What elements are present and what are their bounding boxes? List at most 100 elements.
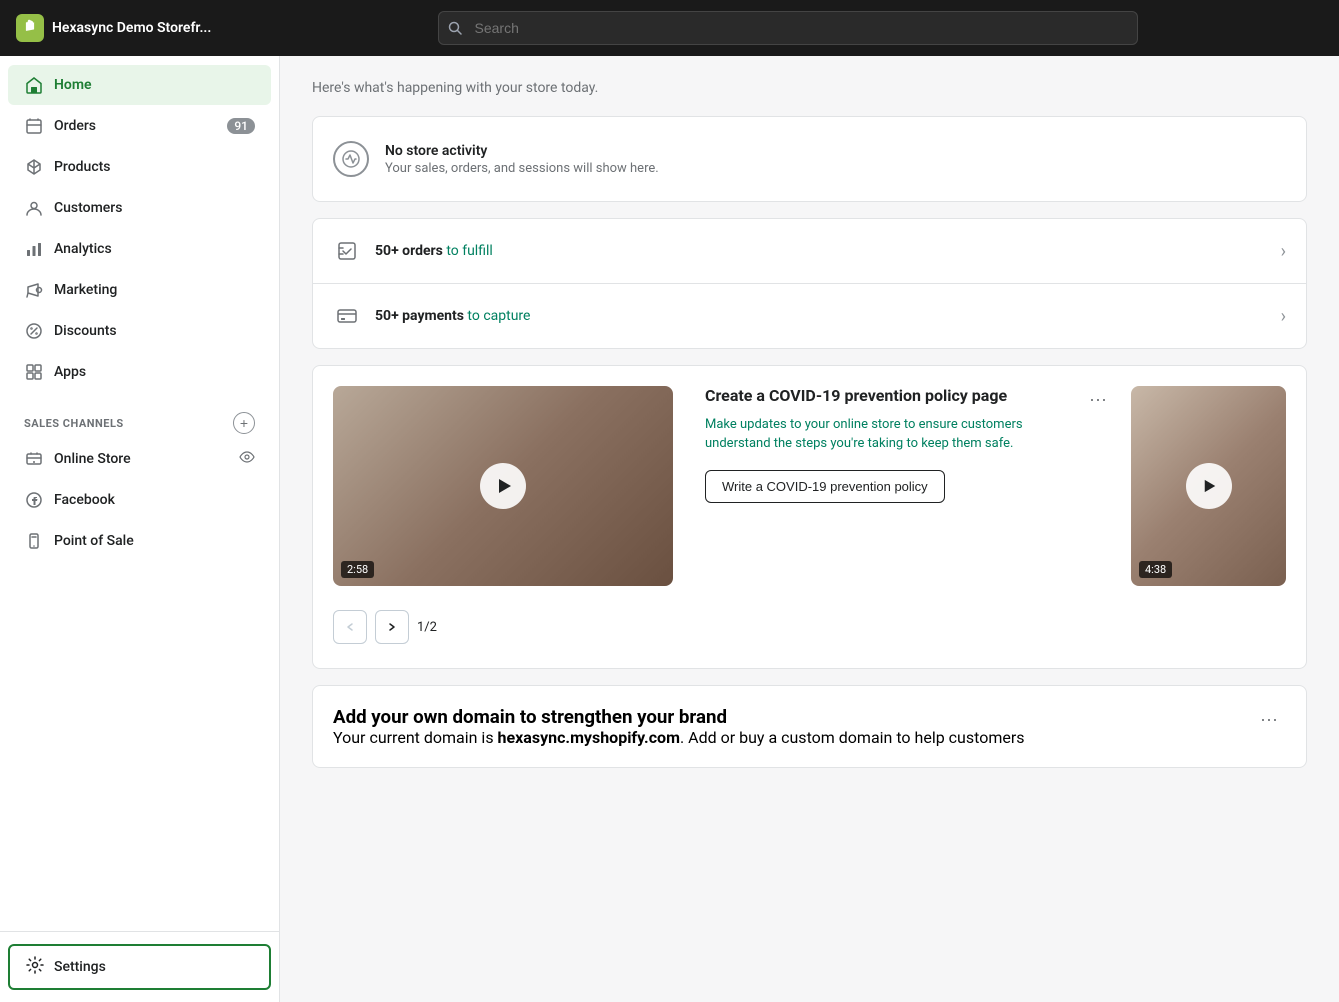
play-button-1[interactable] [480,463,526,509]
video-title: Create a COVID-19 prevention policy page [705,386,1069,407]
main-content: Here's what's happening with your store … [280,56,1339,1002]
video-cta-button[interactable]: Write a COVID-19 prevention policy [705,470,945,503]
orders-icon [24,116,44,136]
sidebar-item-customers[interactable]: Customers [8,188,271,228]
sidebar-label-pos: Point of Sale [54,533,134,549]
pos-icon [24,531,44,551]
sidebar-label-apps: Apps [54,364,86,380]
orders-fulfill-bold: 50+ orders [375,243,443,259]
video-section: 2:58 Create a COVID-19 prevention policy… [313,366,1306,668]
video-info-row: Create a COVID-19 prevention policy page… [705,386,1115,503]
main-layout: Home Orders 91 [0,56,1339,1002]
shopify-logo-icon [16,14,44,42]
video-info: Create a COVID-19 prevention policy page… [689,386,1115,586]
sales-channels-header: SALES CHANNELS + [8,400,271,438]
no-activity-description: Your sales, orders, and sessions will sh… [385,161,659,176]
domain-card-description: Your current domain is hexasync.myshopif… [333,728,1025,747]
sidebar-label-discounts: Discounts [54,323,117,339]
apps-icon [24,362,44,382]
more-options-button[interactable]: ··· [1081,386,1115,412]
second-video-card[interactable]: 4:38 [1131,386,1286,586]
store-logo-area[interactable]: Hexasync Demo Storefr... [16,14,236,42]
chevron-right-icon: › [1281,241,1286,262]
sidebar-label-orders: Orders [54,118,96,134]
arrow-right-icon [387,622,397,632]
payments-icon [333,302,361,330]
settings-icon [26,956,44,978]
settings-item[interactable]: Settings [8,944,271,990]
customers-icon [24,198,44,218]
action-item-payments[interactable]: 50+ payments to capture › [313,284,1306,348]
no-activity-title: No store activity [385,143,659,159]
sidebar-label-products: Products [54,159,111,175]
sidebar-item-orders[interactable]: Orders 91 [8,106,271,146]
analytics-icon [24,239,44,259]
topbar: Hexasync Demo Storefr... [0,0,1339,56]
domain-desc-suffix: . Add or buy a custom domain to help cus… [680,728,1025,747]
sidebar-item-marketing[interactable]: Marketing [8,270,271,310]
fulfill-icon [333,237,361,265]
domain-card: Add your own domain to strengthen your b… [312,685,1307,768]
domain-card-content: Add your own domain to strengthen your b… [313,686,1306,767]
video-duration-2: 4:38 [1139,561,1172,578]
facebook-icon [24,490,44,510]
search-input[interactable] [438,11,1138,45]
orders-fulfill-link: to fulfill [443,243,493,259]
page-indicator: 1/2 [417,620,437,635]
store-name: Hexasync Demo Storefr... [52,20,211,36]
sidebar-item-point-of-sale[interactable]: Point of Sale [8,521,271,561]
action-item-payments-text: 50+ payments to capture [375,308,1267,324]
sidebar-item-facebook[interactable]: Facebook [8,480,271,520]
no-activity-text: No store activity Your sales, orders, an… [385,143,659,176]
action-item-orders[interactable]: 50+ orders to fulfill › [313,219,1306,284]
home-icon [24,75,44,95]
no-activity-content: No store activity Your sales, orders, an… [313,117,1306,201]
discounts-icon [24,321,44,341]
main-video-card[interactable]: 2:58 [333,386,673,586]
video-duration-1: 2:58 [341,561,374,578]
sidebar-label-marketing: Marketing [54,282,117,298]
sidebar: Home Orders 91 [0,56,280,1002]
sidebar-item-apps[interactable]: Apps [8,352,271,392]
sidebar-label-online-store: Online Store [54,451,131,467]
add-sales-channel-button[interactable]: + [233,412,255,434]
products-icon [24,157,44,177]
next-page-button[interactable] [375,610,409,644]
no-activity-card: No store activity Your sales, orders, an… [312,116,1307,202]
action-item-orders-text: 50+ orders to fulfill [375,243,1267,259]
arrow-left-icon [345,622,355,632]
sidebar-item-online-store[interactable]: Online Store [8,439,271,479]
chevron-right-icon-2: › [1281,306,1286,327]
video-meta: Create a COVID-19 prevention policy page… [705,386,1069,503]
activity-pulse-icon [333,141,369,177]
sidebar-nav: Home Orders 91 [0,56,279,931]
sidebar-item-analytics[interactable]: Analytics [8,229,271,269]
search-area [438,11,1138,45]
sidebar-label-facebook: Facebook [54,492,115,508]
prev-page-button[interactable] [333,610,367,644]
page-subtitle: Here's what's happening with your store … [312,80,1307,96]
video-row: 2:58 Create a COVID-19 prevention policy… [333,386,1286,586]
orders-badge: 91 [227,118,255,134]
sidebar-item-home[interactable]: Home [8,65,271,105]
settings-label: Settings [54,959,106,975]
sidebar-item-discounts[interactable]: Discounts [8,311,271,351]
action-items-card: 50+ orders to fulfill › 50+ payments to … [312,218,1307,349]
video-description: Make updates to your online store to ens… [705,415,1069,454]
payments-capture-bold: 50+ payments [375,308,464,324]
sidebar-footer: Settings [0,931,279,1002]
domain-desc-prefix: Your current domain is [333,728,498,747]
sidebar-label-home: Home [54,77,92,93]
domain-card-text: Add your own domain to strengthen your b… [333,706,1025,747]
video-card: 2:58 Create a COVID-19 prevention policy… [312,365,1307,669]
marketing-icon [24,280,44,300]
sidebar-item-products[interactable]: Products [8,147,271,187]
domain-name: hexasync.myshopify.com [498,728,680,747]
pagination-row: 1/2 [333,602,1286,648]
sidebar-label-customers: Customers [54,200,122,216]
payments-capture-link: to capture [464,308,531,324]
domain-more-button[interactable]: ··· [1252,706,1286,732]
eye-icon [239,449,255,469]
play-icon-2 [1203,478,1217,494]
play-button-2[interactable] [1186,463,1232,509]
